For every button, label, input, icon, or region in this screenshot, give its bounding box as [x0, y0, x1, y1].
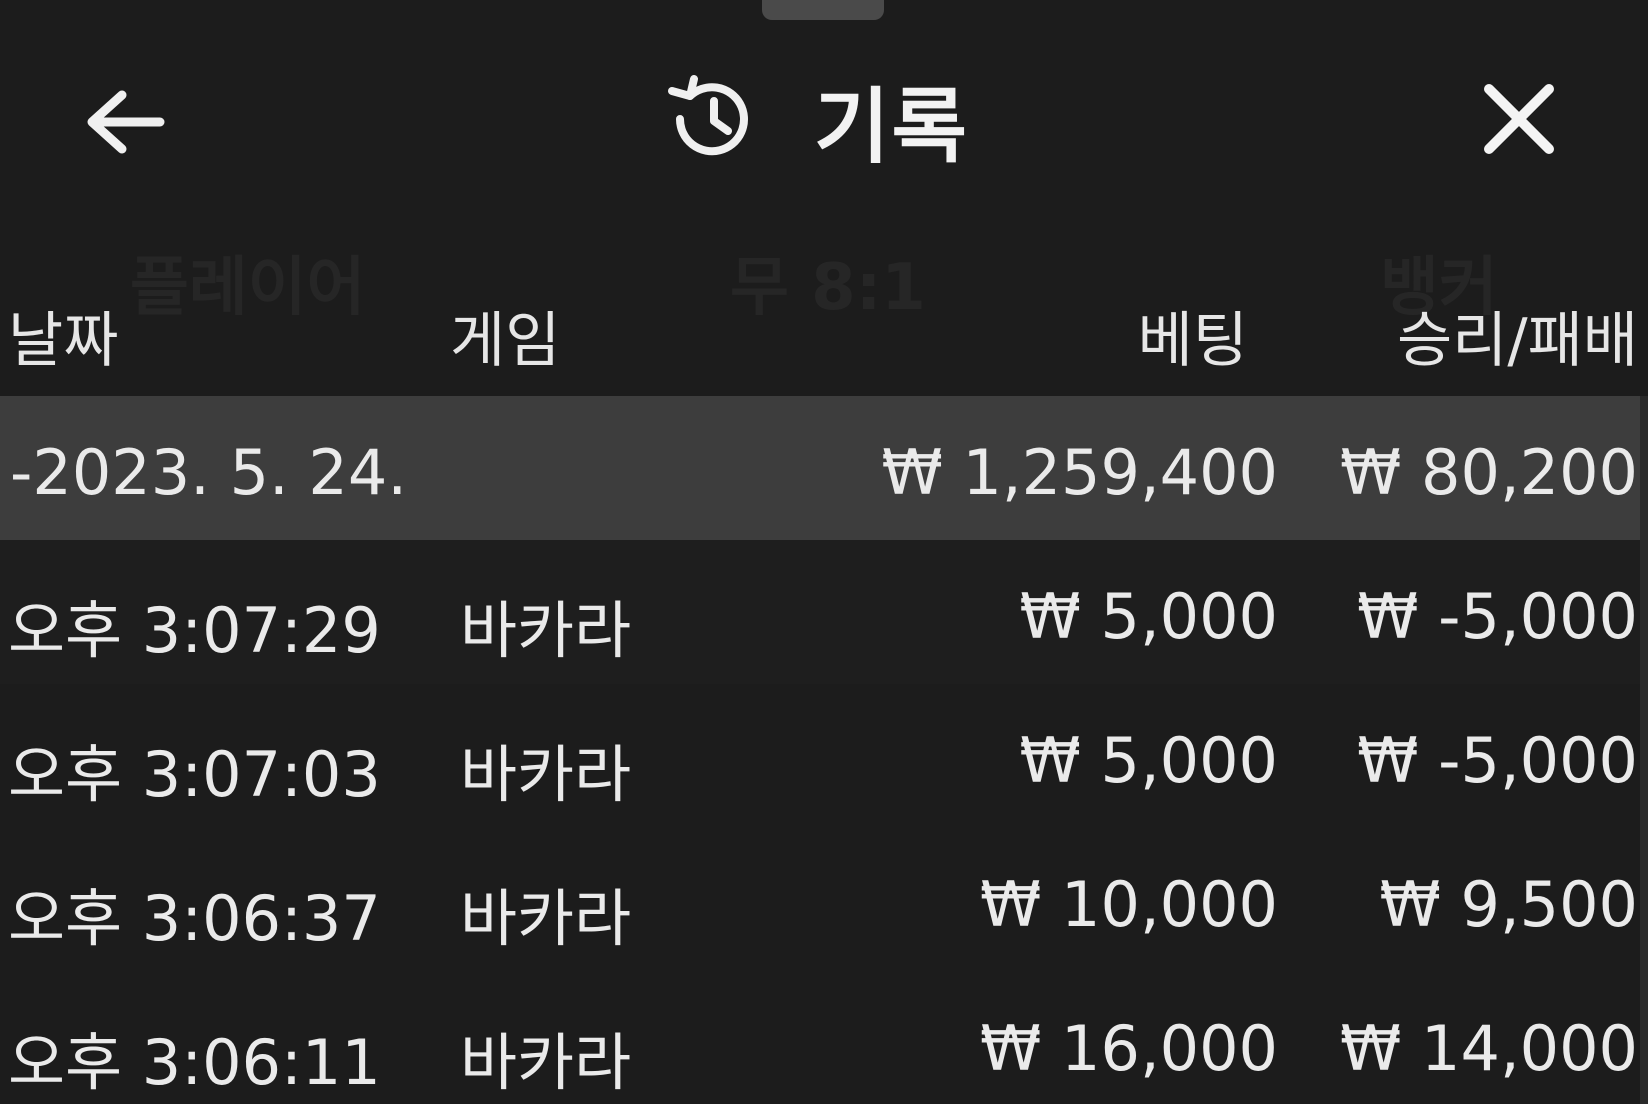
- title-group: 기록: [664, 64, 969, 175]
- close-icon: [1481, 81, 1557, 161]
- back-button[interactable]: [78, 84, 170, 164]
- row-time: 오후 3:07:03: [8, 738, 381, 811]
- close-button[interactable]: [1474, 76, 1564, 166]
- row-bet: ₩ 5,000: [1019, 580, 1278, 653]
- row-game: 바카라: [460, 882, 632, 955]
- column-header-result[interactable]: 승리/패배: [1397, 292, 1638, 379]
- row-game: 바카라: [460, 738, 632, 811]
- column-header-game[interactable]: 게임: [450, 292, 560, 379]
- page-title: 기록: [814, 79, 969, 175]
- history-row[interactable]: 오후 3:07:29 바카라 ₩ 5,000 ₩ -5,000: [0, 540, 1648, 684]
- header: 기록: [0, 40, 1648, 200]
- row-bet: ₩ 16,000: [980, 1012, 1278, 1085]
- column-headers: 날짜 게임 베팅 승리/패배: [0, 282, 1648, 376]
- arrow-left-icon: [82, 87, 166, 161]
- row-time: 오후 3:06:37: [8, 882, 381, 955]
- row-result: ₩ -5,000: [1357, 724, 1638, 797]
- column-header-date[interactable]: 날짜: [8, 292, 118, 379]
- scrollbar[interactable]: [1640, 396, 1648, 1104]
- row-game: 바카라: [460, 1026, 632, 1099]
- history-panel: 플레이어 무 8:1 뱅커 기록 날짜 게임 베팅 승리/패배 -2023. 5…: [0, 0, 1648, 1104]
- row-result: ₩ 14,000: [1340, 1012, 1638, 1085]
- row-result: ₩ -5,000: [1357, 580, 1638, 653]
- history-row[interactable]: 오후 3:06:11 바카라 ₩ 16,000 ₩ 14,000: [0, 972, 1648, 1104]
- column-header-bet[interactable]: 베팅: [1138, 292, 1248, 379]
- row-bet: ₩ 5,000: [1019, 724, 1278, 797]
- history-list: -2023. 5. 24. ₩ 1,259,400 ₩ 80,200 오후 3:…: [0, 396, 1648, 1104]
- summary-bet-total: ₩ 1,259,400: [881, 436, 1278, 509]
- history-row[interactable]: 오후 3:07:03 바카라 ₩ 5,000 ₩ -5,000: [0, 684, 1648, 828]
- row-bet: ₩ 10,000: [980, 868, 1278, 941]
- row-result: ₩ 9,500: [1379, 868, 1638, 941]
- drag-handle[interactable]: [762, 0, 884, 20]
- row-time: 오후 3:06:11: [8, 1026, 381, 1099]
- history-row[interactable]: 오후 3:06:37 바카라 ₩ 10,000 ₩ 9,500: [0, 828, 1648, 972]
- row-time: 오후 3:07:29: [8, 594, 381, 667]
- history-icon: [664, 71, 760, 167]
- row-game: 바카라: [460, 594, 632, 667]
- date-summary-row[interactable]: -2023. 5. 24. ₩ 1,259,400 ₩ 80,200: [0, 396, 1648, 540]
- summary-date: -2023. 5. 24.: [10, 436, 408, 509]
- summary-result-total: ₩ 80,200: [1340, 436, 1638, 509]
